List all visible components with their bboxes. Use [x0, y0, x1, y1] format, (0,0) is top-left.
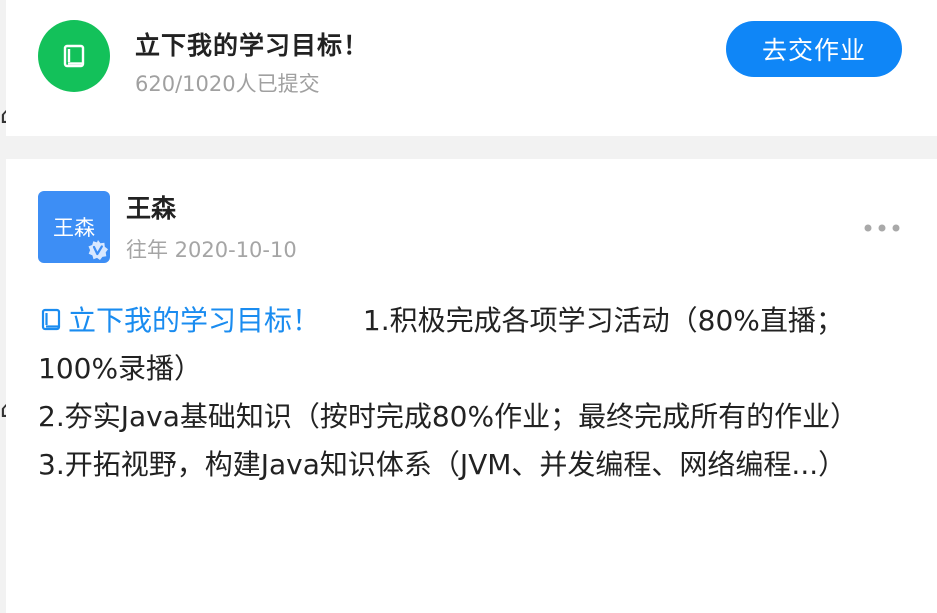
post-content: 立下我的学习目标！ 1.积极完成各项学习活动（80%直播；100%录播） 2.夯…: [38, 297, 906, 489]
task-title: 立下我的学习目标！: [135, 31, 370, 60]
task-link-label: 立下我的学习目标！: [68, 304, 321, 337]
submission-count: 620/1020人已提交: [135, 72, 320, 96]
task-link[interactable]: 立下我的学习目标！: [38, 304, 329, 337]
avatar[interactable]: 王森: [38, 191, 110, 263]
more-dots-icon: [864, 224, 900, 232]
more-options-button[interactable]: [858, 217, 906, 239]
homework-task-card[interactable]: 立下我的学习目标！ 620/1020人已提交 去交作业: [6, 0, 937, 136]
submit-homework-button[interactable]: 去交作业: [726, 21, 902, 77]
content-line-3: 3.开拓视野，构建Java知识体系（JVM、并发编程、网络编程...）: [38, 448, 847, 481]
verified-badge-icon: [88, 240, 108, 260]
content-line-2: 2.夯实Java基础知识（按时完成80%作业；最终完成所有的作业）: [38, 400, 859, 433]
user-post-card: 王森 王森 往年 2020-10-10 立下我的学习目标！ 1.积极完成各项学习…: [6, 159, 937, 613]
avatar-text: 王森: [53, 216, 95, 240]
author-name[interactable]: 王森: [126, 189, 176, 225]
post-date: 往年 2020-10-10: [126, 238, 297, 262]
book-icon: [38, 20, 110, 92]
book-link-icon: [41, 308, 61, 331]
